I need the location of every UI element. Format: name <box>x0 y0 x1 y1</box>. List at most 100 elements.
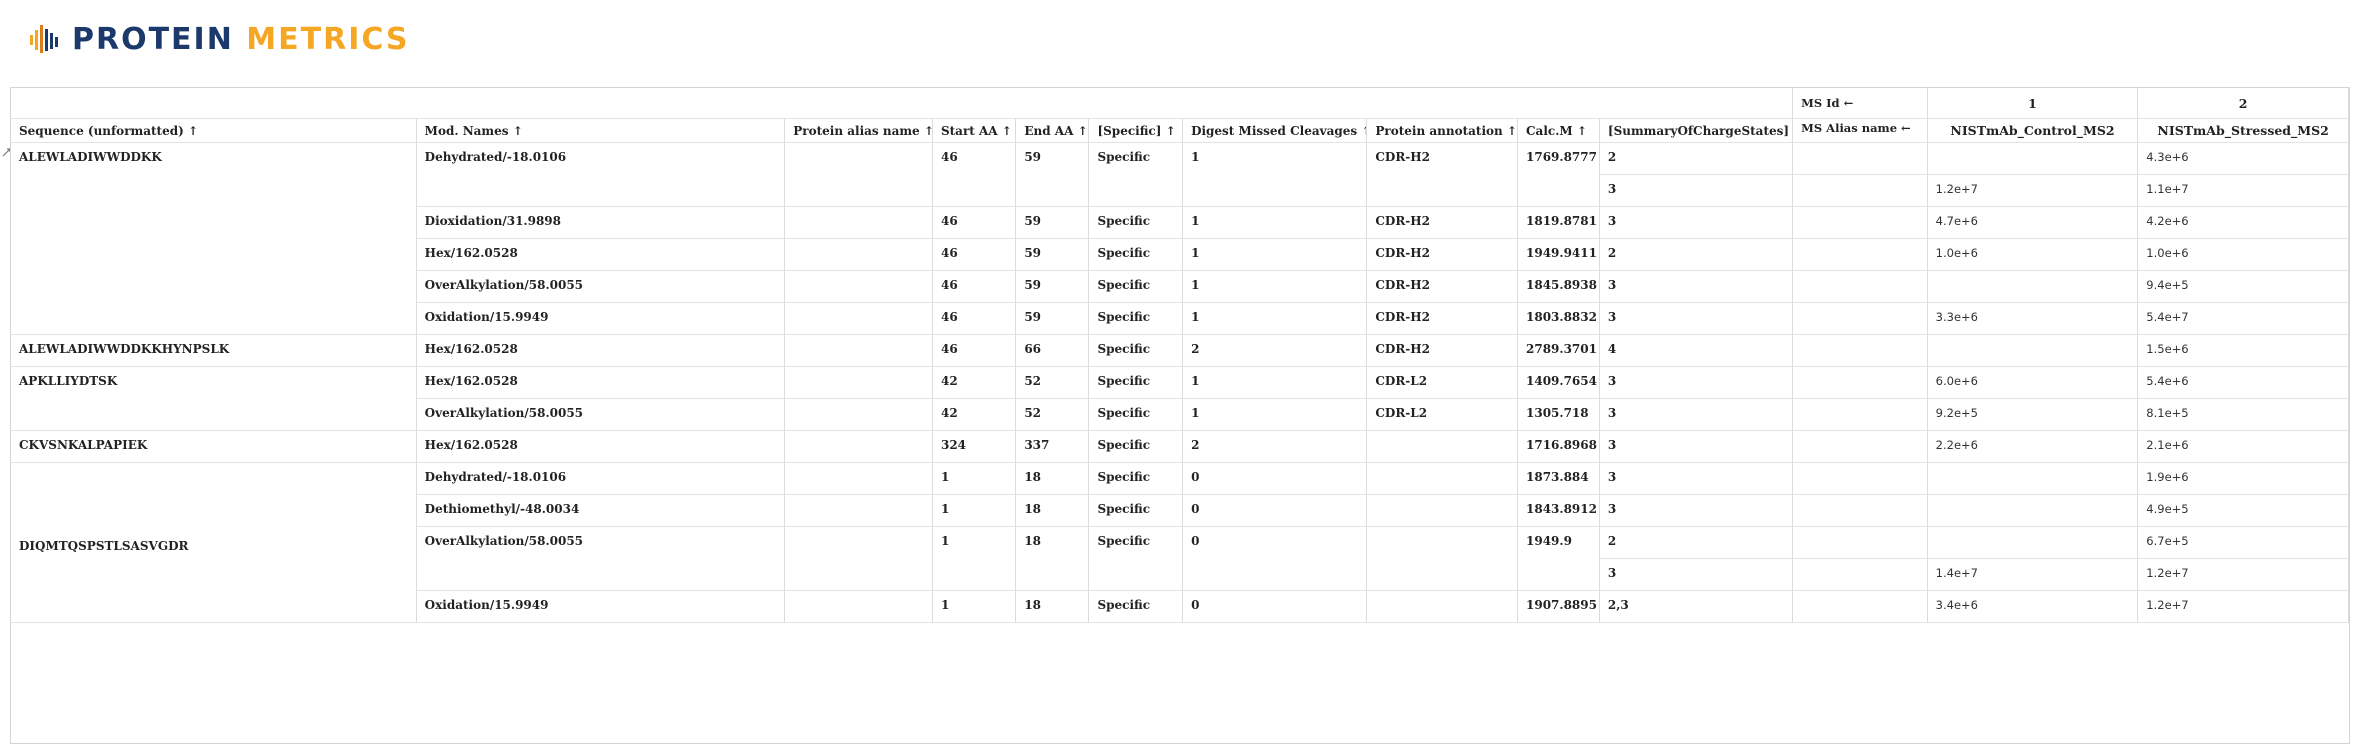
intensity-ms1-cell <box>1927 270 2139 303</box>
charge-state-cell: 2 <box>1599 142 1794 175</box>
table-row[interactable]: ALEWLADIWWDDKKHYNPSLK Hex/162.0528 46 66 Spe… <box>11 334 2349 367</box>
charge-state-cell: 3 <box>1599 462 1794 495</box>
table-row[interactable]: ALEWLADIWWDDKK Dehydrated/-18.0106 46 59 Spe… <box>11 142 2349 335</box>
protein-annotation-cell <box>1366 494 1518 527</box>
start-aa-cell: 46 <box>932 270 1017 303</box>
ms-alias-spacer-cell <box>1792 366 1928 399</box>
charge-state-cell: 3 <box>1599 270 1794 303</box>
intensity-ms1-cell <box>1927 334 2139 367</box>
sequence-cell: ALEWLADIWWDDKK <box>11 142 417 335</box>
specific-cell: Specific <box>1088 206 1184 239</box>
intensity-ms2-cell: 4.9e+5 <box>2137 494 2349 527</box>
column-header[interactable]: Mod. Names ↑ <box>416 118 786 143</box>
intensity-ms2-cell: 1.5e+6 <box>2137 334 2349 367</box>
specific-cell: Specific <box>1088 494 1184 527</box>
intensity-ms2-cell: 5.4e+6 <box>2137 366 2349 399</box>
mod-name-cell: OverAlkylation/58.0055 <box>416 398 786 431</box>
protein-metrics-logo: PROTEIN METRICS <box>28 14 410 64</box>
protein-alias-cell <box>784 270 933 303</box>
protein-annotation-cell <box>1366 462 1518 495</box>
protein-alias-cell <box>784 494 933 527</box>
column-header[interactable]: Sequence (unformatted) ↑ <box>11 118 417 143</box>
column-header[interactable]: Start AA ↑ <box>932 118 1017 143</box>
column-header[interactable]: End AA ↑ <box>1015 118 1090 143</box>
intensity-ms2-cell: 1.0e+6 <box>2137 238 2349 271</box>
specific-cell: Specific <box>1088 270 1184 303</box>
logo-word-protein: PROTEIN <box>72 21 234 57</box>
intensity-ms2-cell: 1.2e+7 <box>2137 590 2349 623</box>
table-row[interactable]: APKLLIYDTSK Hex/162.0528 42 52 Specific 1 CDR-… <box>11 366 2349 431</box>
header-spacer <box>11 88 1794 119</box>
end-aa-cell: 59 <box>1015 206 1090 239</box>
end-aa-cell: 52 <box>1015 366 1090 399</box>
results-table-frame[interactable]: MS Id ← 1 2 MS Alias name ← NISTmAb_Cont… <box>10 87 2350 744</box>
charge-state-cell: 3 <box>1599 174 1794 207</box>
specific-cell: Specific <box>1088 590 1184 623</box>
calc-mass-cell: 1305.718 <box>1517 398 1600 431</box>
ms-id-2: 2 <box>2137 88 2349 119</box>
column-header[interactable]: Calc.M ↑ <box>1517 118 1600 143</box>
missed-cleavages-cell: 2 <box>1182 334 1368 367</box>
table-row[interactable]: DIQMTQSPSTLSASVGDR Dehydrated/-18.0106 1 18… <box>11 462 2349 623</box>
charge-state-cell: 3 <box>1599 430 1794 463</box>
ms-alias-spacer-cell <box>1792 398 1928 431</box>
protein-annotation-cell: CDR-H2 <box>1366 206 1518 239</box>
end-aa-cell: 59 <box>1015 238 1090 271</box>
mod-name-cell: Hex/162.0528 <box>416 366 786 399</box>
start-aa-cell: 324 <box>932 430 1017 463</box>
ms-alias-spacer-cell <box>1792 270 1928 303</box>
column-header[interactable]: [Specific] ↑ <box>1088 118 1184 143</box>
missed-cleavages-cell: 1 <box>1182 270 1368 303</box>
charge-state-cell: 3 <box>1599 302 1794 335</box>
intensity-ms1-cell: 2.2e+6 <box>1927 430 2139 463</box>
missed-cleavages-cell: 1 <box>1182 398 1368 431</box>
charge-state-cell: 3 <box>1599 366 1794 399</box>
mod-name-cell: OverAlkylation/58.0055 <box>416 526 786 591</box>
start-aa-cell: 46 <box>932 238 1017 271</box>
ms-alias-label[interactable]: MS Alias name ← <box>1792 118 1928 143</box>
end-aa-cell: 18 <box>1015 462 1090 495</box>
protein-alias-cell <box>784 206 933 239</box>
ms-alias-spacer-cell <box>1792 526 1928 559</box>
intensity-ms2-cell: 6.7e+5 <box>2137 526 2349 559</box>
intensity-ms2-cell: 4.3e+6 <box>2137 142 2349 175</box>
protein-alias-cell <box>784 398 933 431</box>
protein-alias-cell <box>784 526 933 591</box>
missed-cleavages-cell: 1 <box>1182 302 1368 335</box>
sequence-cell: CKVSNKALPAPIEK <box>11 430 417 463</box>
mod-name-cell: Dehydrated/-18.0106 <box>416 142 786 207</box>
mod-name-cell: Dehydrated/-18.0106 <box>416 462 786 495</box>
missed-cleavages-cell: 0 <box>1182 462 1368 495</box>
charge-state-cell: 2,3 <box>1599 590 1794 623</box>
specific-cell: Specific <box>1088 142 1184 207</box>
protein-alias-cell <box>784 238 933 271</box>
mod-name-cell: Dioxidation/31.9898 <box>416 206 786 239</box>
end-aa-cell: 52 <box>1015 398 1090 431</box>
missed-cleavages-cell: 1 <box>1182 366 1368 399</box>
logo-text: PROTEIN METRICS <box>72 22 410 57</box>
charge-state-cell: 2 <box>1599 526 1794 559</box>
start-aa-cell: 1 <box>932 590 1017 623</box>
column-header[interactable]: Protein alias name ↑ <box>784 118 933 143</box>
table-row[interactable]: CKVSNKALPAPIEK Hex/162.0528 324 337 Specific… <box>11 430 2349 463</box>
missed-cleavages-cell: 0 <box>1182 494 1368 527</box>
end-aa-cell: 18 <box>1015 526 1090 591</box>
intensity-ms2-cell: 1.1e+7 <box>2137 174 2349 207</box>
protein-alias-cell <box>784 462 933 495</box>
column-header[interactable]: [SummaryOfChargeStates] ↑ <box>1599 118 1794 143</box>
intensity-ms2-cell: 1.9e+6 <box>2137 462 2349 495</box>
protein-annotation-cell: CDR-H2 <box>1366 142 1518 207</box>
start-aa-cell: 42 <box>932 398 1017 431</box>
ms-alias-spacer-cell <box>1792 206 1928 239</box>
specific-cell: Specific <box>1088 302 1184 335</box>
ms-id-label[interactable]: MS Id ← <box>1792 88 1928 119</box>
intensity-ms1-cell: 1.0e+6 <box>1927 238 2139 271</box>
column-header[interactable]: Digest Missed Cleavages ↑ <box>1182 118 1368 143</box>
column-header[interactable]: Protein annotation ↑ <box>1366 118 1518 143</box>
mod-name-cell: Hex/162.0528 <box>416 334 786 367</box>
intensity-ms1-cell: 3.3e+6 <box>1927 302 2139 335</box>
intensity-ms2-cell: 8.1e+5 <box>2137 398 2349 431</box>
charge-state-cell: 3 <box>1599 398 1794 431</box>
calc-mass-cell: 1716.8968 <box>1517 430 1600 463</box>
protein-annotation-cell: CDR-L2 <box>1366 366 1518 399</box>
